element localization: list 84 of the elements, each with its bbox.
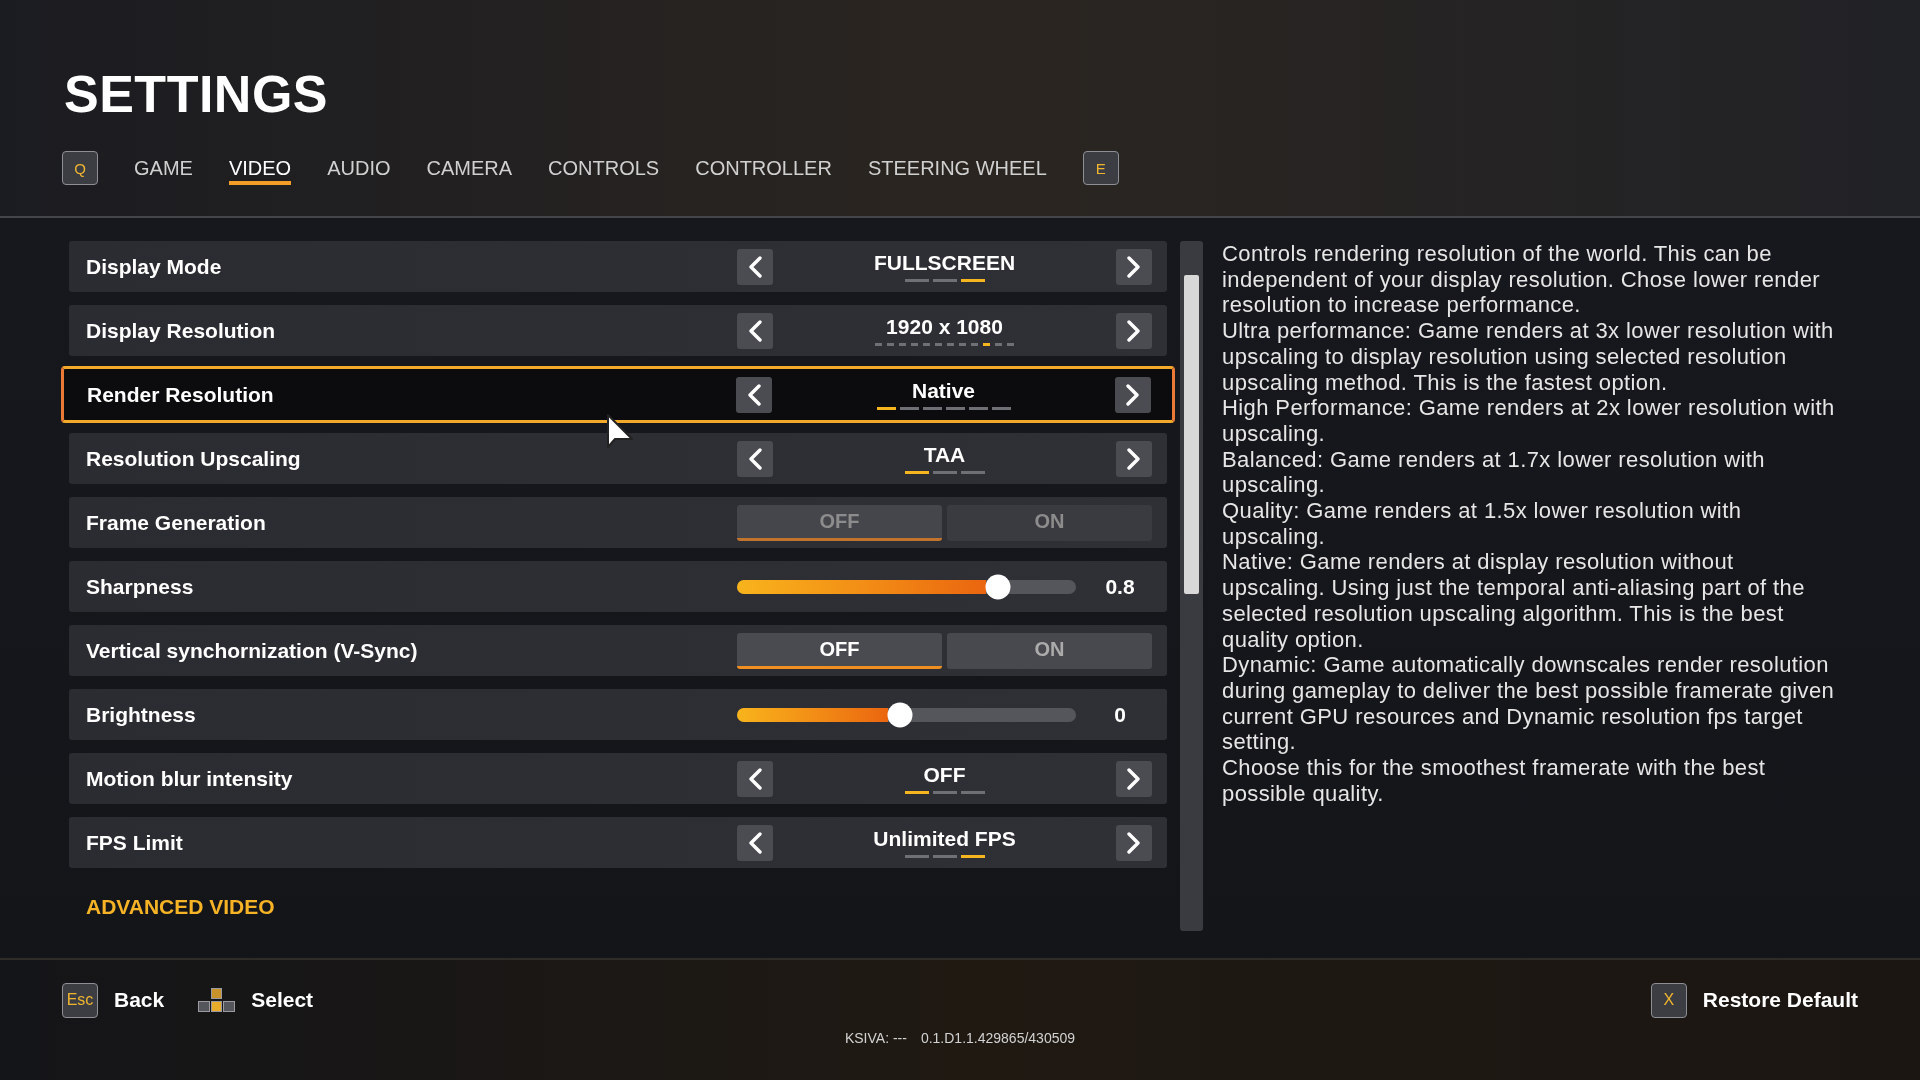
chevron-right-icon — [1127, 447, 1141, 470]
hint-button[interactable]: Select — [251, 984, 314, 1016]
description-paragraph: Quality: Game renders at 1.5x lower resolution with upscaling. — [1222, 498, 1743, 550]
previous-option-button[interactable] — [737, 440, 773, 477]
next-option-button[interactable] — [1116, 760, 1152, 797]
previous-option-button[interactable] — [737, 312, 773, 349]
tab[interactable]: CONTROLLER — [695, 157, 832, 185]
tab[interactable]: CAMERA — [426, 157, 513, 185]
next-option-button[interactable] — [1115, 376, 1151, 413]
tab[interactable]: VIDEO — [228, 157, 292, 185]
chevron-left-icon — [748, 447, 762, 470]
previous-option-button[interactable] — [737, 824, 773, 861]
toggle-option-button[interactable]: OFF — [737, 632, 942, 669]
next-option-button[interactable] — [1116, 312, 1152, 349]
chevron-right-icon — [1127, 319, 1141, 342]
settings-row[interactable]: Brightness 0 — [69, 689, 1167, 740]
settings-row[interactable]: Resolution Upscaling TAA — [69, 433, 1167, 484]
description-paragraph: Balanced: Game renders at 1.7x lower resolution with upscaling. — [1222, 446, 1766, 499]
keycap: E — [1082, 151, 1119, 185]
tab[interactable]: AUDIO — [327, 157, 391, 185]
option-value: FULLSCREEN — [873, 251, 1016, 274]
slider-value: 0.8 — [1105, 573, 1135, 600]
next-option-button[interactable] — [1116, 824, 1152, 861]
setting-label: Render Resolution — [87, 381, 275, 408]
chevron-left-icon — [748, 319, 762, 342]
next-option-button[interactable] — [1116, 248, 1152, 285]
key-cluster-icon — [198, 988, 236, 1012]
option-value: Native — [912, 379, 975, 402]
slider-thumb[interactable] — [887, 702, 913, 727]
option-value: Unlimited FPS — [873, 827, 1016, 850]
restore-default-button[interactable]: Restore Default — [1702, 984, 1858, 1016]
setting-label: Display Resolution — [86, 317, 277, 344]
previous-option-button[interactable] — [736, 376, 772, 413]
keycap: Esc — [62, 982, 98, 1018]
option-value: 1920 x 1080 — [886, 315, 1003, 338]
settings-row[interactable]: Display Resolution 1920 x 1080 — [69, 305, 1167, 356]
mouse-pointer-icon — [606, 413, 634, 451]
description-paragraph: Choose this for the smoothest framerate with the best possible quality. — [1222, 755, 1767, 807]
chevron-left-icon — [748, 255, 762, 278]
description-paragraph: Ultra performance: Game renders at 3x lower resolution with upscaling to display resolution using selected resolution upscaling method. This is the fastest option. — [1222, 318, 1835, 396]
settings-row[interactable]: FPS Limit Unlimited FPS — [69, 817, 1167, 868]
keycap: Q — [62, 151, 98, 185]
setting-label: Sharpness — [86, 573, 195, 600]
description-paragraph: Native: Game renders at display resolution without upscaling. Using just the temporal anti-aliasing part of the selected resolution upscaling algorithm. This is the best quality option. — [1222, 549, 1806, 653]
tab[interactable]: GAME — [134, 157, 193, 185]
previous-option-button[interactable] — [737, 248, 773, 285]
setting-label: Brightness — [86, 701, 197, 728]
chevron-right-icon — [1127, 255, 1141, 278]
chevron-right-icon — [1126, 383, 1140, 406]
build-info-text: 0.1.D1.1.429865/430509 — [920, 1030, 1076, 1047]
advanced-video-link[interactable]: ADVANCED VIDEO — [86, 890, 275, 923]
setting-label: FPS Limit — [86, 829, 184, 856]
chevron-right-icon — [1127, 767, 1141, 790]
option-value: OFF — [923, 763, 966, 786]
settings-row[interactable]: Motion blur intensity OFF — [69, 753, 1167, 804]
setting-label: Motion blur intensity — [86, 765, 294, 792]
description-paragraph: Controls rendering resolution of the world. This can be independent of your display resolution. Chose lower render resolution to increase performance. — [1222, 241, 1821, 319]
slider-thumb[interactable] — [985, 574, 1011, 599]
next-option-button[interactable] — [1116, 440, 1152, 477]
build-info-text: KSIVA: --- — [844, 1030, 907, 1047]
chevron-left-icon — [748, 831, 762, 854]
option-value: TAA — [923, 443, 966, 466]
scrollbar-thumb[interactable] — [1184, 275, 1199, 594]
setting-label: Display Mode — [86, 253, 223, 280]
description-paragraph: High Performance: Game renders at 2x lower resolution with upscaling. — [1222, 395, 1836, 447]
setting-label: Resolution Upscaling — [86, 445, 302, 472]
setting-label: Frame Generation — [86, 509, 267, 536]
previous-option-button[interactable] — [737, 760, 773, 797]
description-paragraph: Dynamic: Game automatically downscales render resolution during gameplay to deliver the best possible framerate given current GPU resources and Dynamic resolution fps target setting. — [1222, 652, 1836, 756]
tab[interactable]: STEERING WHEEL — [867, 157, 1047, 185]
tab[interactable]: CONTROLS — [548, 157, 660, 185]
setting-label: Vertical synchornization (V-Sync) — [86, 637, 419, 664]
page-title: SETTINGS — [64, 68, 329, 120]
settings-row[interactable]: Render Resolution Native — [61, 366, 1175, 423]
slider-value: 0 — [1114, 701, 1126, 728]
chevron-left-icon — [748, 767, 762, 790]
chevron-left-icon — [747, 383, 761, 406]
toggle-option-button[interactable]: ON — [947, 632, 1152, 669]
settings-row[interactable]: Vertical synchornization (V-Sync) OFF ON — [69, 625, 1167, 676]
settings-row[interactable]: Display Mode FULLSCREEN — [69, 241, 1167, 292]
hint-button[interactable]: Back — [114, 984, 165, 1016]
settings-row[interactable]: Sharpness 0.8 — [69, 561, 1167, 612]
chevron-right-icon — [1127, 831, 1141, 854]
keycap: X — [1650, 982, 1687, 1018]
